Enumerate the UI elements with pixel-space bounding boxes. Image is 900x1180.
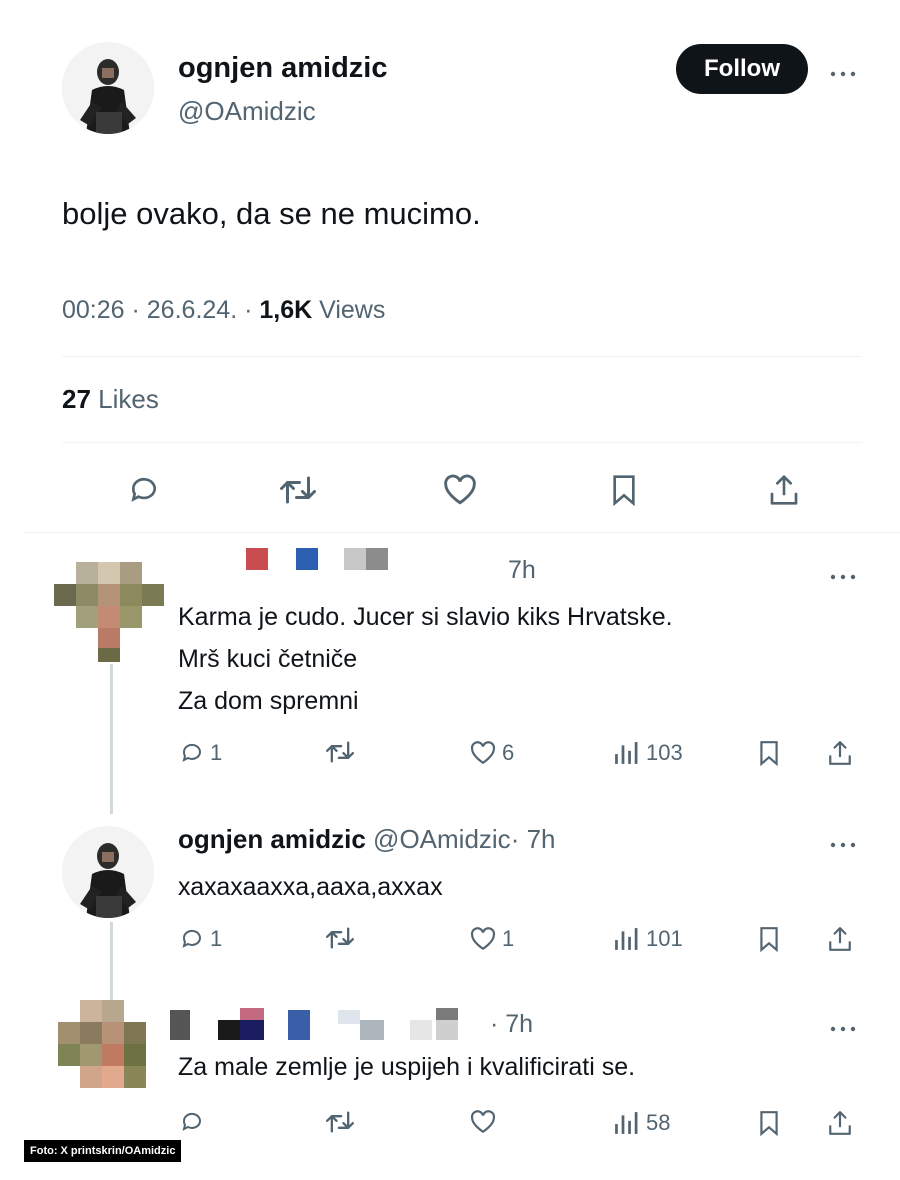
share-icon[interactable] [828,740,852,766]
reply-button[interactable] [180,1110,210,1134]
reply-avatar[interactable] [58,1000,158,1100]
reply-author-name[interactable]: ognjen amidzic [178,824,366,854]
reply-icon[interactable] [124,470,164,510]
retweet-button[interactable] [326,740,360,764]
like-button[interactable]: 6 [470,740,514,766]
bookmark-icon[interactable] [604,470,644,510]
reply-body: Za male zemlje je uspijeh i kvalificirat… [178,1046,635,1088]
author-name[interactable]: ognjen amidzic [178,52,387,85]
redacted-name [436,1008,458,1020]
more-icon[interactable] [830,836,856,854]
author-handle[interactable]: @OAmidzic [178,96,316,127]
views-button[interactable]: 101 [612,926,683,952]
reply-author-handle[interactable]: @OAmidzic [373,824,511,854]
reply-line: Za dom spremni [178,687,359,715]
redacted-name [410,1020,432,1040]
redacted-name [344,548,366,570]
reply-line: Za male zemlje je uspijeh i kvalificirat… [178,1053,636,1081]
reply-time[interactable]: 7h [508,556,536,585]
views-count: 1,6K [259,296,313,324]
retweet-icon [326,927,354,949]
redacted-name [338,1010,360,1024]
likes-label: Likes [98,384,159,414]
redacted-name [240,1008,264,1020]
retweet-button[interactable] [326,926,360,950]
views-icon [615,1112,638,1134]
like-icon [470,927,496,951]
reply-icon [182,1112,201,1131]
redacted-name [218,1020,240,1040]
more-icon[interactable] [830,1020,856,1038]
bookmark-icon[interactable] [758,926,780,952]
reply-icon [182,743,201,762]
retweet-icon [326,1111,354,1133]
like-button[interactable] [470,1110,502,1134]
redacted-name [436,1020,458,1040]
retweet-icon [326,741,354,763]
redacted-name [170,1010,190,1040]
views-button[interactable]: 58 [612,1110,670,1136]
reply-body: Karma je cudo. Jucer si slavio kiks Hrva… [178,596,673,722]
reply-count: 1 [210,926,223,951]
view-count: 103 [646,740,683,765]
retweet-icon[interactable] [276,470,320,510]
redacted-name [366,548,388,570]
like-icon[interactable] [440,470,480,510]
redacted-name [360,1020,384,1040]
reply-line: Karma je cudo. Jucer si slavio kiks Hrva… [178,603,673,631]
photo-credit: Foto: X printskrin/OAmidzic [24,1140,182,1162]
reply-button[interactable]: 1 [180,740,222,766]
author-avatar[interactable] [62,42,154,134]
divider [62,356,862,357]
redacted-name [288,1010,310,1040]
views-icon [615,928,638,950]
reply-count: 1 [210,740,223,765]
views-label: Views [319,296,386,324]
tweet-time[interactable]: 00:26 [62,296,125,324]
reply-body: хахахааххa,aaxa,axxax [178,866,443,908]
divider [62,442,862,443]
reply-header: ognjen amidzic @OAmidzic· 7h [178,824,556,855]
thread-line [110,922,113,1000]
tweet-text: bolje ovako, da se ne mucimo. [62,196,481,231]
bookmark-icon[interactable] [758,740,780,766]
bookmark-icon[interactable] [758,1110,780,1136]
redacted-name [246,548,268,570]
more-icon[interactable] [830,568,856,586]
views-button[interactable]: 103 [612,740,683,766]
reply-icon [182,929,201,948]
view-count: 101 [646,926,683,951]
reply-button[interactable]: 1 [180,926,222,952]
like-button[interactable]: 1 [470,926,514,952]
redacted-name [240,1020,264,1040]
tweet-date[interactable]: 26.6.24. [147,296,237,324]
thread-line [110,664,113,814]
reply-line: Mrš kuci četniče [178,645,358,673]
like-icon [470,741,496,765]
views-icon [615,742,638,764]
likes-summary[interactable]: 27 Likes [62,384,159,415]
reply-avatar[interactable] [54,562,166,662]
more-icon[interactable] [830,58,856,84]
like-icon [470,1110,496,1134]
reply-time[interactable]: · 7h [490,1010,533,1039]
reply-line: хахахааххa,aaxa,axxax [178,873,443,901]
share-icon[interactable] [828,1110,852,1136]
like-count: 6 [502,740,515,765]
like-count: 1 [502,926,515,951]
tweet-meta: 00:26 · 26.6.24. · 1,6K Views [62,296,386,324]
retweet-button[interactable] [326,1110,360,1134]
view-count: 58 [646,1110,671,1135]
redacted-name [296,548,318,570]
reply-avatar[interactable] [62,826,154,918]
divider [24,532,900,533]
follow-button[interactable]: Follow [676,44,808,94]
likes-count: 27 [62,384,91,414]
share-icon[interactable] [828,926,852,952]
share-icon[interactable] [764,470,804,510]
reply-time[interactable]: · 7h [511,824,556,854]
